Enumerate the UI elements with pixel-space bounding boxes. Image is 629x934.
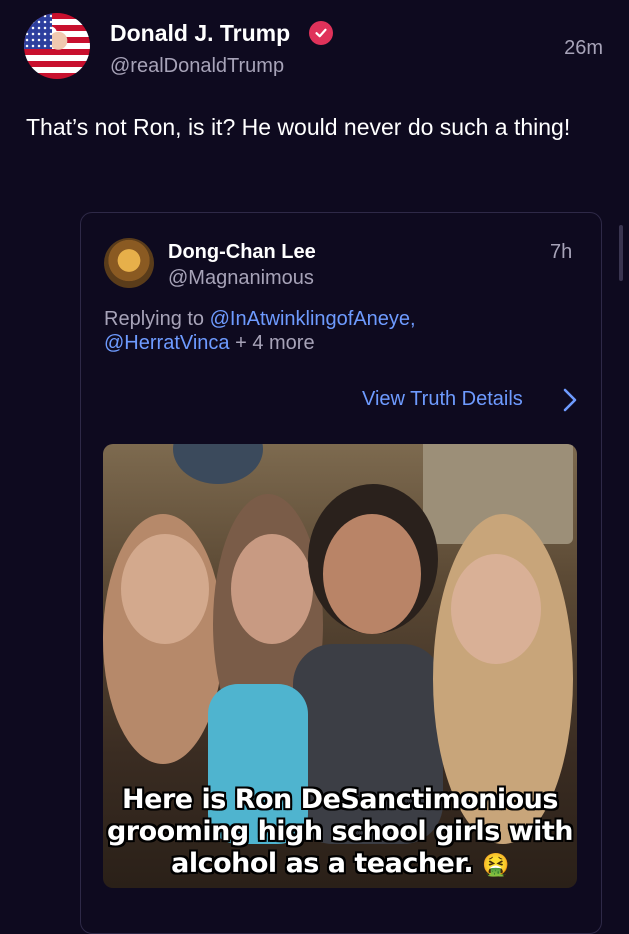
view-truth-details-link[interactable]: View Truth Details: [362, 388, 523, 411]
chevron-right-icon[interactable]: [560, 386, 580, 419]
replying-to-line-2: @HerratVinca + 4 more: [104, 330, 315, 356]
replying-to-label: Replying to: [104, 308, 210, 330]
post-timestamp: 26m: [564, 37, 603, 59]
author-handle[interactable]: @realDonaldTrump: [110, 55, 284, 78]
vomit-emoji-icon: 🤮: [481, 853, 509, 878]
meme-caption-line-3: alcohol as a teacher. 🤮: [103, 848, 577, 882]
quoted-timestamp: 7h: [550, 241, 573, 263]
verified-badge-icon: [309, 21, 333, 45]
meme-caption-line-3-text: alcohol as a teacher.: [171, 848, 474, 879]
scrollbar[interactable]: [619, 225, 623, 281]
reply-mention-link-2[interactable]: @HerratVinca: [104, 332, 230, 354]
meme-caption-line-2: grooming high school girls with: [106, 816, 574, 847]
author-name[interactable]: Donald J. Trump: [110, 20, 290, 47]
post-media-image[interactable]: Here is Ron DeSanctimonious grooming hig…: [103, 444, 577, 888]
quoted-author-handle[interactable]: @Magnanimous: [168, 267, 314, 290]
reply-mention-link[interactable]: @InAtwinklingofAneye,: [210, 308, 416, 330]
post-text: That’s not Ron, is it? He would never do…: [26, 114, 571, 140]
replying-to-line: Replying to @InAtwinklingofAneye,: [104, 306, 416, 332]
meme-caption-line-1: Here is Ron DeSanctimonious: [122, 784, 558, 815]
reply-more-count[interactable]: + 4 more: [230, 332, 315, 354]
quoted-author-name[interactable]: Dong-Chan Lee: [168, 241, 316, 264]
quoted-author-avatar[interactable]: [104, 238, 154, 288]
author-avatar[interactable]: [24, 13, 90, 79]
